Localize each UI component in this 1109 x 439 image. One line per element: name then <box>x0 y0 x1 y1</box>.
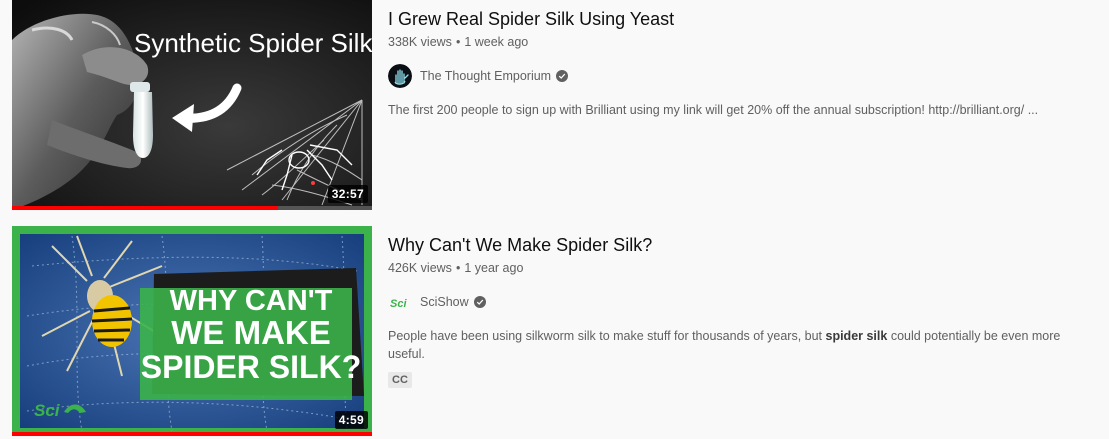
upload-age: 1 week ago <box>464 35 529 49</box>
watch-progress-fill <box>12 432 372 436</box>
meta-separator: • <box>455 261 461 275</box>
channel-link[interactable]: Sci SciShow <box>388 290 1098 314</box>
video-description: People have been using silkworm silk to … <box>388 327 1093 363</box>
watch-progress-bar <box>12 206 372 210</box>
video-meta: 338K views • 1 week ago <box>388 33 1098 51</box>
video-result: WHY CAN'T WE MAKE SPIDER SILK? Sci 4:59 … <box>12 226 1102 436</box>
view-count: 426K views <box>388 261 452 275</box>
verified-check-icon <box>556 70 569 82</box>
watch-progress-fill <box>12 206 279 210</box>
video-title[interactable]: I Grew Real Spider Silk Using Yeast <box>388 6 1098 32</box>
channel-name[interactable]: SciShow <box>420 295 469 309</box>
thumbnail-line-2: WE MAKE <box>171 314 331 351</box>
video-title[interactable]: Why Can't We Make Spider Silk? <box>388 232 1098 258</box>
view-count: 338K views <box>388 35 452 49</box>
channel-name[interactable]: The Thought Emporium <box>420 69 551 83</box>
upload-age: 1 year ago <box>464 261 524 275</box>
thumbnail-image: WHY CAN'T WE MAKE SPIDER SILK? Sci <box>12 226 372 436</box>
scishow-logo-icon[interactable]: Sci <box>388 290 412 314</box>
meta-separator: • <box>455 35 461 49</box>
scishow-watermark: Sci <box>34 401 61 420</box>
video-duration: 32:57 <box>327 185 368 203</box>
video-meta: 426K views • 1 year ago <box>388 259 1098 277</box>
video-thumbnail[interactable]: WHY CAN'T WE MAKE SPIDER SILK? Sci 4:59 <box>12 226 372 436</box>
video-duration: 4:59 <box>334 411 368 429</box>
channel-link[interactable]: The Thought Emporium <box>388 64 1098 88</box>
video-result: Synthetic Spider Silk 32:57 I Grew Real … <box>12 0 1102 210</box>
hand-xray-icon[interactable] <box>388 64 412 88</box>
video-info: I Grew Real Spider Silk Using Yeast 338K… <box>388 6 1098 119</box>
thumbnail-line-3: SPIDER SILK? <box>141 349 361 385</box>
thumbnail-title-text: Synthetic Spider Silk <box>134 28 372 58</box>
svg-text:Sci: Sci <box>390 298 407 310</box>
video-thumbnail[interactable]: Synthetic Spider Silk 32:57 <box>12 0 372 210</box>
verified-check-icon <box>473 296 486 308</box>
cc-badge: CC <box>388 372 412 388</box>
watch-progress-bar <box>12 432 372 436</box>
thumbnail-image: Synthetic Spider Silk <box>12 0 372 210</box>
video-description: The first 200 people to sign up with Bri… <box>388 103 1039 117</box>
description-highlight: spider silk <box>825 329 888 343</box>
thumbnail-line-1: WHY CAN'T <box>170 285 333 317</box>
video-info: Why Can't We Make Spider Silk? 426K view… <box>388 232 1098 388</box>
description-text: People have been using silkworm silk to … <box>388 329 826 343</box>
